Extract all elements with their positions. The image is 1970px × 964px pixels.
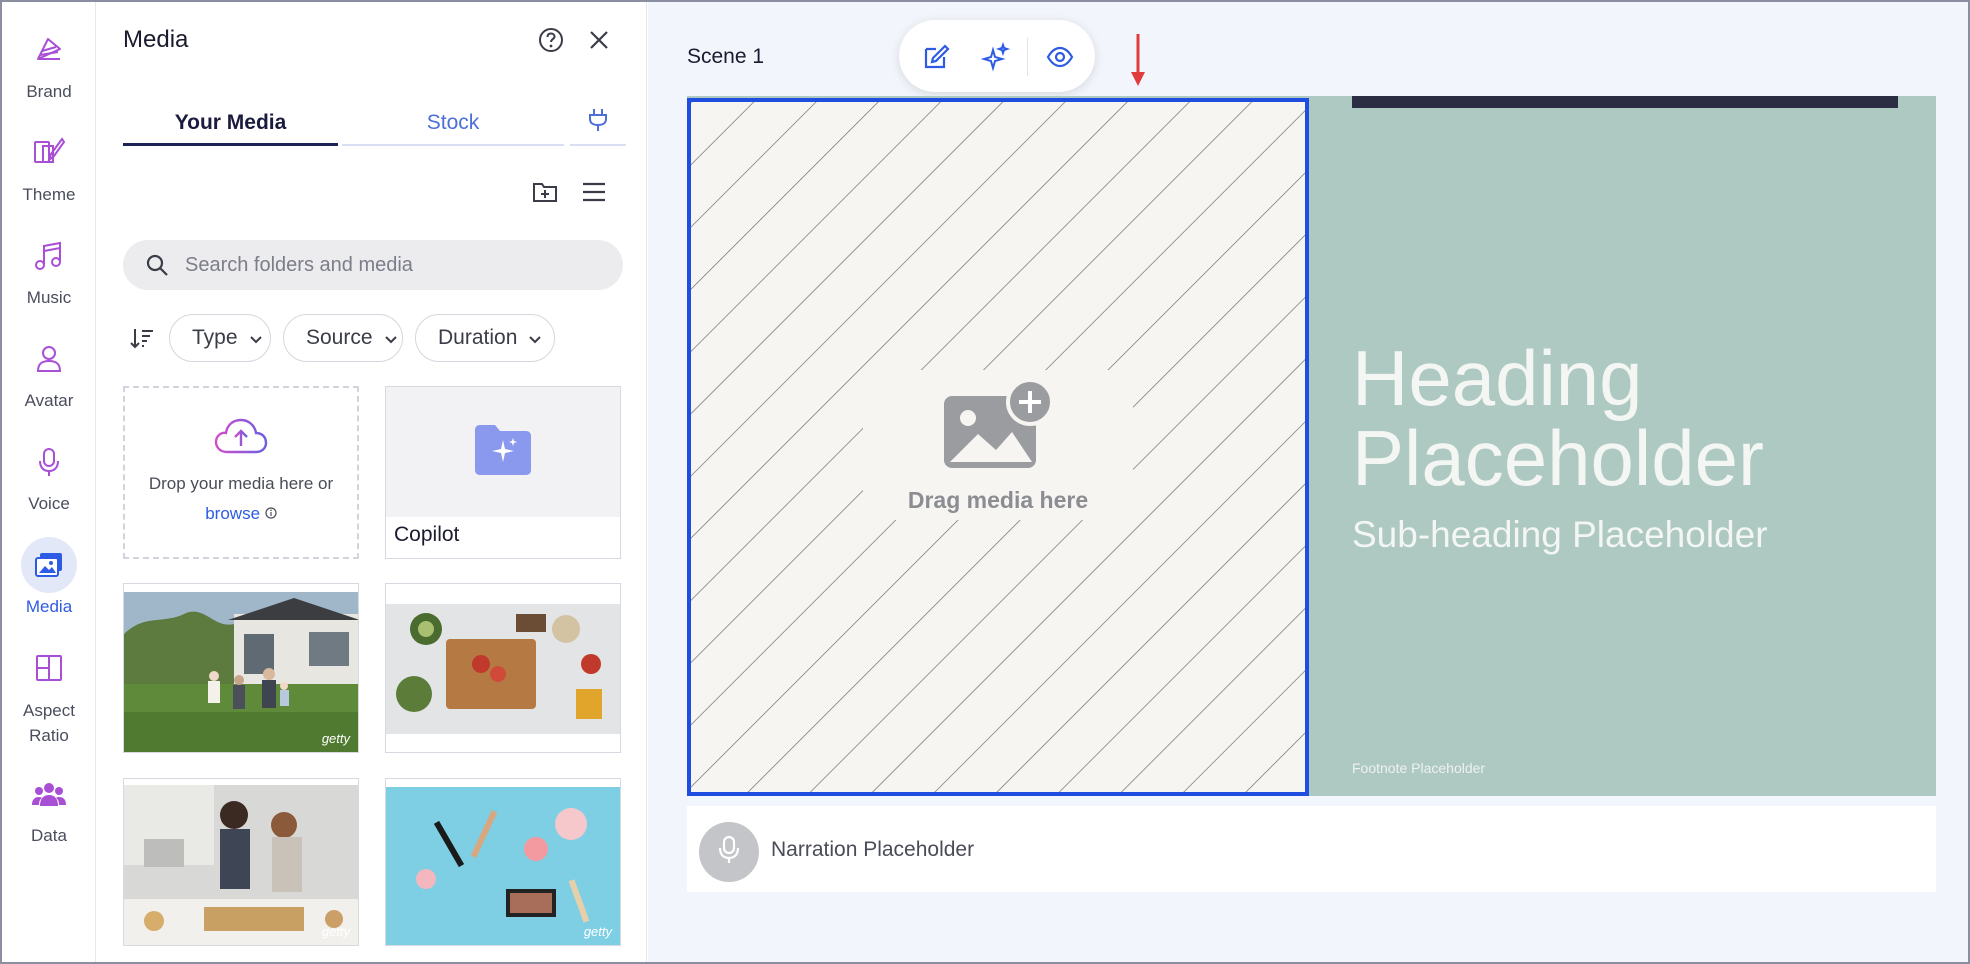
slide-accent-bar <box>1352 96 1898 108</box>
slide-heading[interactable]: Heading Placeholder <box>1352 338 1912 498</box>
sparkle-folder-icon <box>473 424 533 481</box>
copilot-folder-thumb <box>386 387 620 517</box>
toolbar-divider <box>1027 38 1028 76</box>
list-view-icon[interactable] <box>581 180 607 204</box>
getty-badge: getty <box>321 731 350 746</box>
rail-item-aspect-ratio[interactable]: Aspect Ratio <box>2 640 96 748</box>
upload-dropzone[interactable]: Drop your media here or browse <box>123 386 359 559</box>
chevron-down-icon <box>248 330 264 346</box>
media-icon <box>21 537 77 593</box>
rail-item-media[interactable]: Media <box>2 537 96 619</box>
filter-type[interactable]: Type <box>169 314 271 362</box>
sparkle-icon[interactable] <box>980 41 1011 72</box>
filter-duration-label: Duration <box>438 326 518 349</box>
tab-stock[interactable]: Stock <box>342 102 564 146</box>
getty-badge: getty <box>583 924 612 939</box>
media-thumb-baking[interactable]: getty <box>123 778 359 946</box>
filter-duration[interactable]: Duration <box>415 314 555 362</box>
rail-label-brand: Brand <box>26 82 72 101</box>
copilot-folder-label: Copilot <box>394 523 460 546</box>
filter-source[interactable]: Source <box>283 314 403 362</box>
sort-icon[interactable] <box>129 326 155 350</box>
rail-label-theme: Theme <box>22 185 76 204</box>
cloud-upload-icon <box>213 416 269 461</box>
upload-text: Drop your media here or <box>148 474 334 493</box>
media-panel: Media Your Media Stock Type <box>97 2 738 962</box>
chevron-down-icon <box>527 330 543 346</box>
rail-item-avatar[interactable]: Avatar <box>2 331 96 413</box>
aspect-ratio-icon <box>21 640 77 696</box>
slide[interactable]: Drag media here Heading Placeholder Sub-… <box>687 96 1936 796</box>
canvas-area: Scene 1 Drag media here Heading Placehol… <box>648 2 1968 962</box>
filter-type-label: Type <box>192 326 238 349</box>
chevron-down-icon <box>383 330 399 346</box>
panel-title: Media <box>123 26 189 53</box>
rail-label-avatar: Avatar <box>24 391 74 410</box>
browse-link[interactable]: browse <box>205 504 260 523</box>
rail-label-voice: Voice <box>28 494 70 513</box>
edit-icon[interactable] <box>921 42 951 72</box>
brand-icon <box>21 22 77 78</box>
narration-text[interactable]: Narration Placeholder <box>771 838 974 862</box>
rail-label-music: Music <box>26 288 72 307</box>
tab-your-media[interactable]: Your Media <box>123 102 338 146</box>
floating-toolbar <box>899 20 1095 92</box>
left-rail: Brand Theme Music Avatar Voice Media Asp… <box>2 2 96 962</box>
rail-item-music[interactable]: Music <box>2 228 96 310</box>
filter-bar: Type Source Duration <box>123 313 623 363</box>
drop-text: Drag media here <box>907 487 1089 513</box>
rail-label-media: Media <box>25 597 73 616</box>
data-icon <box>21 766 77 822</box>
add-image-icon <box>938 378 1058 475</box>
music-icon <box>21 228 77 284</box>
media-thumb-vegetables[interactable]: getty <box>385 583 621 753</box>
getty-badge: getty <box>583 731 612 746</box>
help-icon[interactable] <box>538 27 564 53</box>
drop-placeholder: Drag media here <box>863 370 1133 520</box>
microphone-icon <box>21 434 77 490</box>
plug-icon <box>587 107 609 139</box>
search-icon <box>145 253 169 277</box>
narration-bar: Narration Placeholder <box>687 806 1936 892</box>
media-thumb-family[interactable]: getty <box>123 583 359 753</box>
avatar-icon <box>21 331 77 387</box>
media-tabs: Your Media Stock <box>123 102 626 146</box>
narration-mic-button[interactable] <box>699 822 759 882</box>
new-folder-icon[interactable] <box>531 178 559 206</box>
microphone-icon <box>717 835 741 870</box>
getty-badge: getty <box>321 924 350 939</box>
upload-instructions: Drop your media here or browse <box>149 469 333 529</box>
rail-label-data: Data <box>31 826 67 845</box>
media-thumb-makeup[interactable]: getty <box>385 778 621 946</box>
rail-label-aspect-ratio: Aspect Ratio <box>23 701 75 745</box>
slide-footnote[interactable]: Footnote Placeholder <box>1352 760 1485 776</box>
tab-plugin[interactable] <box>570 102 626 146</box>
rail-item-data[interactable]: Data <box>2 766 96 848</box>
theme-icon <box>21 125 77 181</box>
close-icon[interactable] <box>588 29 610 51</box>
eye-icon[interactable] <box>1045 42 1075 72</box>
search-input[interactable] <box>185 253 585 277</box>
rail-item-voice[interactable]: Voice <box>2 434 96 516</box>
media-drop-zone[interactable]: Drag media here <box>687 98 1309 796</box>
info-icon[interactable] <box>265 504 277 523</box>
copilot-folder[interactable]: Copilot <box>385 386 621 559</box>
search-bar <box>123 240 623 290</box>
filter-source-label: Source <box>306 326 373 349</box>
scene-label: Scene 1 <box>687 45 765 68</box>
red-arrow-annotation <box>1128 32 1148 88</box>
rail-item-theme[interactable]: Theme <box>2 125 96 207</box>
slide-subheading[interactable]: Sub-heading Placeholder <box>1352 514 1768 556</box>
rail-item-brand[interactable]: Brand <box>2 22 96 104</box>
